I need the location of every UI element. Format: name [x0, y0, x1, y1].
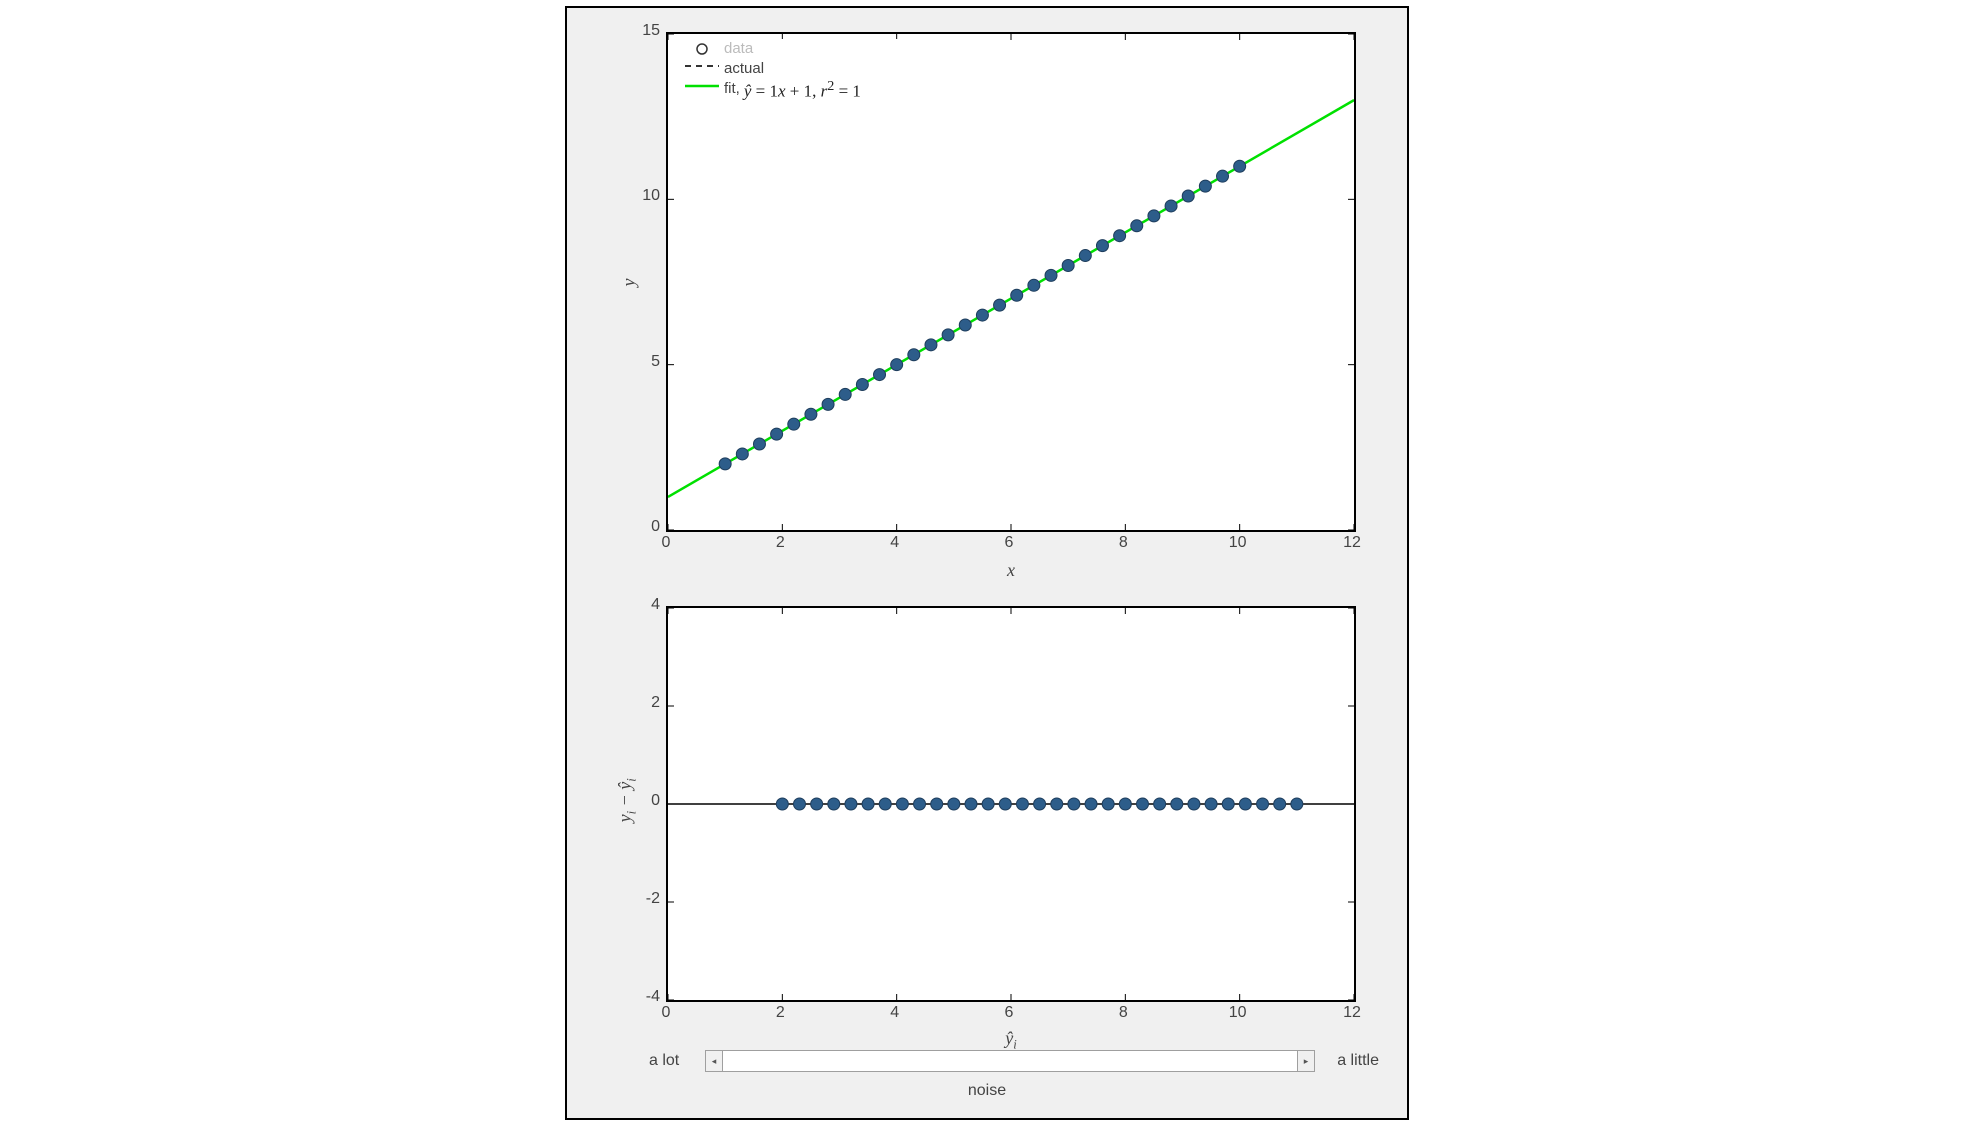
- slider-decrease-button[interactable]: ◂: [705, 1050, 723, 1072]
- chart-residuals-xtick: 6: [994, 1004, 1024, 1022]
- chart-residuals: [666, 606, 1356, 1002]
- chart-residuals-xtick: 4: [880, 1004, 910, 1022]
- chart-residuals-xlabel: ŷi: [666, 1028, 1356, 1053]
- noise-slider[interactable]: ◂ ▸: [705, 1050, 1315, 1072]
- chart-main-xtick: 4: [880, 534, 910, 552]
- figure-panel: x y data actual fit, ŷ = 1x + 1: [565, 6, 1409, 1120]
- chart-residuals-ytick: 4: [630, 596, 660, 614]
- legend-label-fit-prefix: fit,: [724, 79, 740, 99]
- chart-residuals-xtick: 8: [1108, 1004, 1138, 1022]
- legend-marker-circle: [680, 39, 724, 59]
- chart-residuals-ytick: 2: [630, 694, 660, 712]
- chart-main-ytick: 0: [630, 518, 660, 536]
- noise-slider-row: a lot ◂ ▸ a little: [649, 1050, 1379, 1078]
- legend-marker-dashed: [680, 59, 724, 79]
- chart-residuals-ytick: 0: [630, 792, 660, 810]
- chart-residuals-xtick: 12: [1337, 1004, 1367, 1022]
- chart-main-xtick: 12: [1337, 534, 1367, 552]
- chart-main-ytick: 5: [630, 353, 660, 371]
- chart-main-ytick: 15: [630, 22, 660, 40]
- slider-label-right: a little: [1337, 1052, 1379, 1070]
- chart-main-ytick: 10: [630, 187, 660, 205]
- chart-main: [666, 32, 1356, 532]
- chart-main-svg: [668, 34, 1354, 530]
- page-root: x y data actual fit, ŷ = 1x + 1: [0, 0, 1985, 1129]
- chart-main-ylabel: y: [619, 263, 640, 303]
- slider-label-left: a lot: [649, 1052, 679, 1070]
- chart-residuals-xtick: 10: [1223, 1004, 1253, 1022]
- chart-main-xtick: 2: [765, 534, 795, 552]
- legend-label-data: data: [724, 39, 753, 59]
- legend-row-fit: fit, ŷ = 1x + 1, r2 = 1: [680, 79, 945, 99]
- slider-caption: noise: [567, 1082, 1407, 1100]
- chart-main-xtick: 6: [994, 534, 1024, 552]
- chart-main-xlabel: x: [666, 560, 1356, 581]
- chart-main-xtick: 10: [1223, 534, 1253, 552]
- chart-residuals-ytick: -4: [630, 988, 660, 1006]
- chart-residuals-xtick: 0: [651, 1004, 681, 1022]
- legend-fit-equation: ŷ = 1x + 1, r2 = 1: [744, 76, 861, 102]
- chart-main-xtick: 8: [1108, 534, 1138, 552]
- chart-residuals-svg: [668, 608, 1354, 1000]
- chart-residuals-ytick: -2: [630, 890, 660, 908]
- chart-main-xtick: 0: [651, 534, 681, 552]
- slider-increase-button[interactable]: ▸: [1297, 1050, 1315, 1072]
- chart-residuals-xtick: 2: [765, 1004, 795, 1022]
- legend-row-data: data: [680, 39, 945, 59]
- chart-legend: data actual fit, ŷ = 1x + 1, r2 = 1: [680, 39, 945, 101]
- legend-marker-fit: [680, 79, 724, 99]
